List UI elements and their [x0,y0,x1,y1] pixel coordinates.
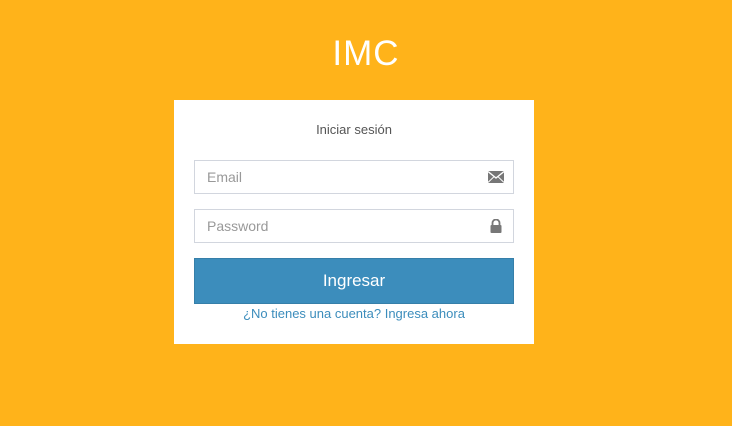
login-panel: Iniciar sesión Ingresar ¿No tienes una c… [174,100,534,344]
login-heading: Iniciar sesión [316,122,392,137]
lock-icon [488,218,504,233]
envelope-icon [487,170,505,184]
submit-button[interactable]: Ingresar [194,258,514,304]
password-input[interactable] [195,210,487,242]
password-field-wrapper [194,209,514,243]
app-title: IMC [332,34,400,73]
register-link[interactable]: ¿No tienes una cuenta? Ingresa ahora [174,306,534,321]
email-input[interactable] [195,161,487,193]
email-field-wrapper [194,160,514,194]
